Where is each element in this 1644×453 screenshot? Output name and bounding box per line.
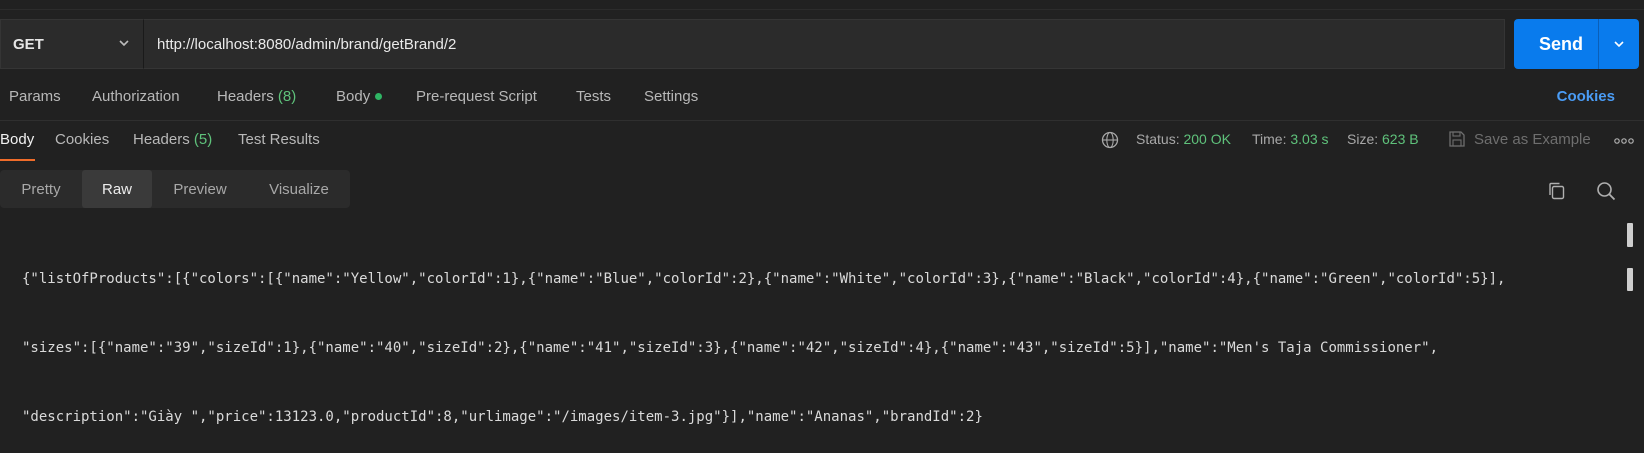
top-strip [0,0,1644,10]
scrollbar-thumb[interactable] [1627,268,1633,291]
active-tab-underline [0,159,35,161]
globe-icon[interactable] [1101,131,1119,149]
save-icon [1449,131,1465,147]
url-input[interactable]: http://localhost:8080/admin/brand/getBra… [143,19,1505,69]
save-as-example-button[interactable]: Save as Example [1474,131,1591,148]
scrollbar-thumb[interactable] [1627,223,1633,247]
size-label: Size: [1347,131,1379,147]
response-tab-headers[interactable]: Headers (5) [133,131,212,148]
tab-tests[interactable]: Tests [576,88,611,105]
send-options-button[interactable] [1599,19,1639,69]
response-body[interactable]: {"listOfProducts":[{"colors":[{"name":"Y… [22,222,1607,452]
method-select[interactable]: GET [0,19,143,69]
send-button[interactable]: Send [1514,19,1598,69]
method-label: GET [13,35,44,53]
response-body-line: "sizes":[{"name":"39","sizeId":1},{"name… [22,340,1439,356]
tab-settings[interactable]: Settings [644,88,698,105]
response-size: Size: 623 B [1347,131,1419,147]
tab-body[interactable]: Body [336,88,383,105]
tab-pre-request-script[interactable]: Pre-request Script [416,88,537,105]
send-button-group: Send [1514,19,1639,69]
copy-icon[interactable] [1546,180,1568,202]
tab-headers-label: Headers [217,88,274,105]
body-indicator-dot [375,92,383,100]
view-tab-raw[interactable]: Raw [82,170,152,208]
response-body-line: {"listOfProducts":[{"colors":[{"name":"Y… [22,271,1506,287]
view-mode-tabs: Pretty Raw Preview Visualize [0,170,350,208]
response-time: Time: 3.03 s [1252,131,1329,147]
tab-headers[interactable]: Headers (8) [217,88,296,105]
chevron-down-icon [1614,41,1624,48]
view-tab-preview[interactable]: Preview [152,170,248,208]
response-body-line: "description":"Giày ","price":13123.0,"p… [22,409,983,425]
tab-params[interactable]: Params [9,88,61,105]
response-tab-body[interactable]: Body [0,131,34,148]
more-options-icon[interactable] [1613,131,1635,149]
response-tab-test-results[interactable]: Test Results [238,131,320,148]
chevron-down-icon [119,40,129,47]
status-value: 200 OK [1183,131,1231,147]
response-headers-count: (5) [193,131,213,148]
tab-body-label: Body [336,88,371,105]
divider [0,120,1644,121]
headers-count: (8) [277,88,297,105]
request-tabs: Params Authorization Headers (8) Body Pr… [0,88,1644,110]
status-label: Status: [1136,131,1180,147]
cookies-link[interactable]: Cookies [1557,88,1615,105]
response-tab-cookies[interactable]: Cookies [55,131,109,148]
response-status: Status: 200 OK [1136,131,1231,147]
size-value: 623 B [1382,131,1419,147]
view-tab-pretty[interactable]: Pretty [0,170,82,208]
time-label: Time: [1252,131,1287,147]
time-value: 3.03 s [1290,131,1329,147]
search-icon[interactable] [1595,180,1617,202]
tab-authorization[interactable]: Authorization [92,88,180,105]
view-tab-visualize[interactable]: Visualize [248,170,350,208]
response-tab-headers-label: Headers [133,131,190,148]
